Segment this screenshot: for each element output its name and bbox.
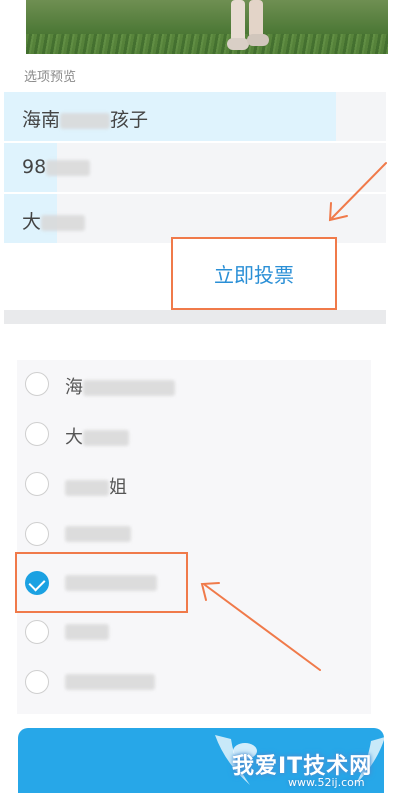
arrow-to-selected-option: [204, 584, 321, 671]
annotation-arrows: [200, 162, 387, 671]
watermark-url: www.52ij.com: [288, 776, 365, 789]
arrow-to-vote-button: [331, 162, 387, 219]
